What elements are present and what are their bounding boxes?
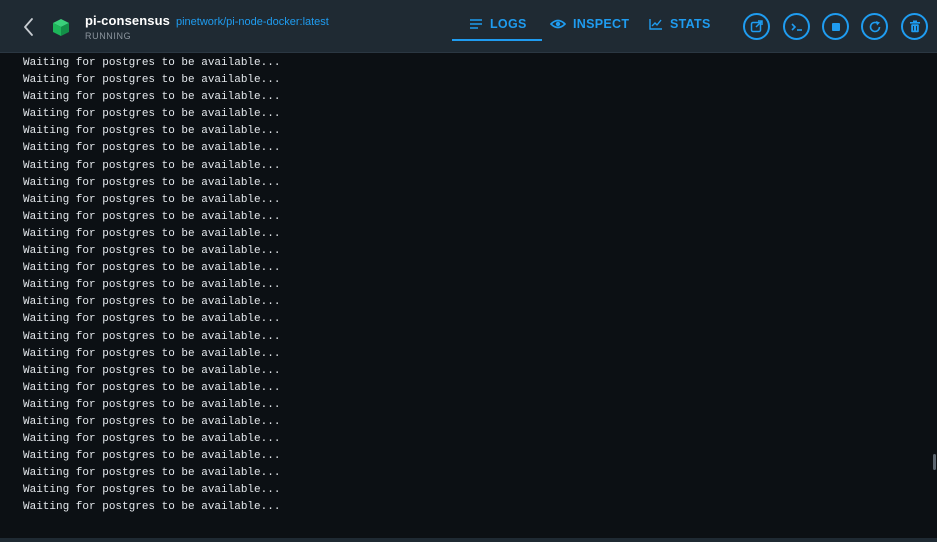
log-line: Waiting for postgres to be available... xyxy=(23,176,281,189)
chevron-left-icon xyxy=(24,18,33,36)
chart-icon xyxy=(649,18,662,30)
log-line: Waiting for postgres to be available... xyxy=(23,313,281,326)
scrollbar-thumb[interactable] xyxy=(933,454,936,470)
open-in-browser-button[interactable] xyxy=(743,13,770,40)
log-output-area[interactable]: Waiting for postgres to be available... … xyxy=(0,53,931,538)
restart-icon xyxy=(869,20,880,32)
log-line: Waiting for postgres to be available... xyxy=(23,484,281,497)
log-line: Waiting for postgres to be available... xyxy=(23,159,281,172)
log-line: Waiting for postgres to be available... xyxy=(23,142,281,155)
log-line: Waiting for postgres to be available... xyxy=(23,74,281,87)
stop-button[interactable] xyxy=(822,13,849,40)
log-line: Waiting for postgres to be available... xyxy=(23,398,281,411)
log-line: Waiting for postgres to be available... xyxy=(23,91,281,104)
tab-logs[interactable]: LOGS xyxy=(469,0,527,43)
back-button[interactable] xyxy=(18,14,40,40)
log-line: Waiting for postgres to be available... xyxy=(23,415,281,428)
container-logs-window: pi-consensus pinetwork/pi-node-docker:lat… xyxy=(0,0,937,542)
log-line: Waiting for postgres to be available... xyxy=(23,125,281,138)
header-bar: pi-consensus pinetwork/pi-node-docker:lat… xyxy=(0,0,937,53)
external-link-icon xyxy=(750,20,763,33)
log-line: Waiting for postgres to be available... xyxy=(23,347,281,360)
log-line: Waiting for postgres to be available... xyxy=(23,57,281,69)
log-line: Waiting for postgres to be available... xyxy=(23,433,281,446)
active-tab-indicator xyxy=(452,39,542,41)
delete-button[interactable] xyxy=(901,13,928,40)
tab-logs-label: LOGS xyxy=(490,16,527,31)
log-line: Waiting for postgres to be available... xyxy=(23,381,281,394)
image-name-link[interactable]: pinetwork/pi-node-docker:latest xyxy=(176,16,329,28)
log-line: Waiting for postgres to be available... xyxy=(23,450,281,463)
cli-button[interactable] xyxy=(783,13,810,40)
log-line: Waiting for postgres to be available... xyxy=(23,245,281,258)
trash-icon xyxy=(909,20,920,33)
tab-stats-label: STATS xyxy=(670,16,711,31)
log-line: Waiting for postgres to be available... xyxy=(23,296,281,309)
tab-inspect-label: INSPECT xyxy=(573,16,630,31)
tab-inspect[interactable]: INSPECT xyxy=(550,0,629,43)
log-line: Waiting for postgres to be available... xyxy=(23,364,281,377)
log-line: Waiting for postgres to be available... xyxy=(23,210,281,223)
log-lines: Waiting for postgres to be available... … xyxy=(23,55,280,517)
log-line: Waiting for postgres to be available... xyxy=(23,279,281,292)
log-line: Waiting for postgres to be available... xyxy=(23,467,281,480)
container-cube-icon xyxy=(50,16,72,38)
restart-button[interactable] xyxy=(861,13,888,40)
log-line: Waiting for postgres to be available... xyxy=(23,262,281,275)
log-line: Waiting for postgres to be available... xyxy=(23,193,281,206)
container-name: pi-consensus xyxy=(85,13,170,28)
bottom-border xyxy=(0,538,937,542)
stop-icon xyxy=(831,22,840,31)
log-line: Waiting for postgres to be available... xyxy=(23,330,281,343)
container-status: RUNNING xyxy=(85,31,132,41)
log-line: Waiting for postgres to be available... xyxy=(23,501,281,514)
container-title-block: pi-consensus pinetwork/pi-node-docker:lat… xyxy=(85,12,329,30)
log-line: Waiting for postgres to be available... xyxy=(23,108,281,121)
log-line: Waiting for postgres to be available... xyxy=(23,227,281,240)
tab-stats[interactable]: STATS xyxy=(649,0,711,43)
terminal-icon xyxy=(790,22,802,31)
logs-icon xyxy=(470,18,482,29)
eye-icon xyxy=(550,19,566,28)
